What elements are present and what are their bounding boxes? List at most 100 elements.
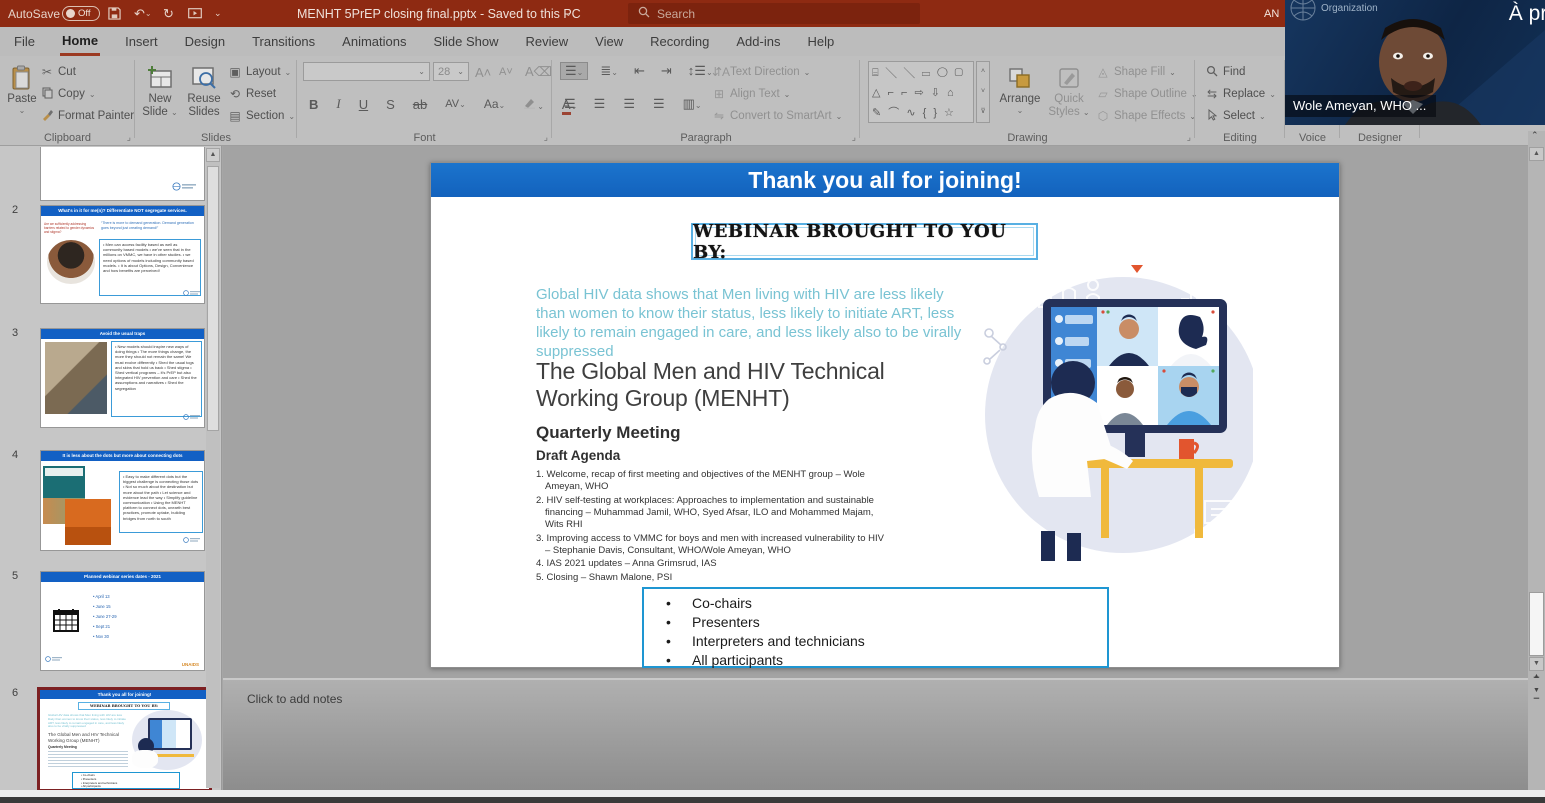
quick-styles-icon	[1058, 63, 1080, 93]
search-input[interactable]: Search	[628, 3, 920, 24]
shape-fill-button[interactable]: ◬Shape Fill⌄	[1096, 62, 1176, 82]
intro-paragraph[interactable]: Global HIV data shows that Men living wi…	[536, 285, 976, 361]
shape-effects-button[interactable]: ⬡Shape Effects⌄	[1096, 106, 1196, 126]
customize-qat-icon[interactable]: ⌄	[214, 0, 222, 27]
agenda-list[interactable]: 1. Welcome, recap of first meeting and o…	[536, 469, 891, 585]
tab-addins[interactable]: Add-ins	[734, 29, 782, 54]
text-direction-button[interactable]: ⇵AText Direction⌄	[712, 62, 810, 82]
tab-insert[interactable]: Insert	[123, 29, 160, 54]
new-slide-button[interactable]: New Slide ⌄	[138, 60, 182, 126]
bold-button[interactable]: B	[305, 97, 322, 112]
bullets-button[interactable]: ☰⌄	[560, 62, 588, 80]
tab-view[interactable]: View	[593, 29, 625, 54]
thanks-list-box[interactable]: •Co-chairs •Presenters •Interpreters and…	[642, 587, 1109, 668]
undo-icon[interactable]: ↶⌄	[134, 0, 152, 27]
thumbnail-slide-2[interactable]: What's in it for me(n)? Differentiate NO…	[40, 205, 205, 304]
tab-recording[interactable]: Recording	[648, 29, 711, 54]
drawing-dialog-launcher-icon[interactable]: ⌟	[1187, 132, 1191, 143]
align-right-button[interactable]: ☰	[619, 96, 639, 112]
quick-styles-button[interactable]: Quick Styles ⌄	[1046, 60, 1092, 126]
format-painter-button[interactable]: Format Painter	[40, 106, 134, 126]
webinar-credit-box[interactable]: WEBINAR BROUGHT TO YOU BY:	[691, 223, 1038, 260]
shapes-gallery[interactable]: ⌸ ╲ ╲ ▭ ◯ ▢ △ ⌐ ⌐ ⇨ ⇩ ⌂ ✎ ⌒ ∿ { } ☆	[868, 61, 974, 123]
select-button[interactable]: Select⌄	[1205, 106, 1266, 126]
tab-home[interactable]: Home	[60, 28, 100, 56]
copy-button[interactable]: Copy⌄	[40, 84, 96, 104]
agenda-label[interactable]: Draft Agenda	[536, 448, 620, 463]
tab-help[interactable]: Help	[805, 29, 836, 54]
tab-transitions[interactable]: Transitions	[250, 29, 317, 54]
scroll-down-icon[interactable]: ▼	[1529, 657, 1544, 671]
slide-subheading[interactable]: Quarterly Meeting	[536, 423, 681, 443]
cut-button[interactable]: ✂Cut	[40, 62, 76, 82]
slide-title-banner[interactable]: Thank you all for joining!	[431, 163, 1339, 197]
autosave-toggle[interactable]: Off	[62, 0, 100, 27]
font-size-select[interactable]: 28⌄	[433, 62, 469, 81]
tab-slideshow[interactable]: Slide Show	[431, 29, 500, 54]
tab-review[interactable]: Review	[524, 29, 571, 54]
tab-animations[interactable]: Animations	[340, 29, 408, 54]
save-icon[interactable]	[108, 0, 121, 27]
redo-icon[interactable]: ↻	[163, 0, 174, 27]
previous-slide-icon[interactable]: ▲▔	[1530, 674, 1543, 686]
strikethrough-button[interactable]: ab	[409, 97, 431, 112]
thumbnail-panel-scrollbar[interactable]: ▲	[206, 148, 220, 788]
notes-area[interactable]: Click to add notes	[223, 680, 1528, 790]
paste-button[interactable]: Paste ⌄	[0, 60, 44, 126]
thumbnail-slide-1[interactable]	[40, 147, 205, 201]
align-text-button[interactable]: ⊞Align Text⌄	[712, 84, 790, 104]
italic-button[interactable]: I	[332, 96, 344, 112]
shadow-button[interactable]: S	[382, 97, 399, 112]
convert-smartart-button[interactable]: ⇋Convert to SmartArt⌄	[712, 106, 842, 126]
thumb-scrollbar-thumb[interactable]	[207, 166, 219, 431]
font-name-select[interactable]: ⌄	[303, 62, 430, 81]
slide-canvas[interactable]: Thank you all for joining! WEBINAR BROUG…	[430, 162, 1340, 668]
collapse-ribbon-icon[interactable]: ⌃	[1531, 130, 1539, 141]
change-case-button[interactable]: Aa⌄	[480, 97, 509, 111]
slide-heading[interactable]: The Global Men and HIV Technical Working…	[536, 358, 911, 412]
justify-button[interactable]: ☰	[649, 96, 669, 112]
thanks-item: •Interpreters and technicians	[662, 632, 1107, 651]
user-initials-badge[interactable]: AN	[1264, 0, 1279, 27]
scrollbar-thumb[interactable]	[1529, 592, 1544, 656]
thumb3-photo	[45, 342, 107, 414]
scroll-up-icon[interactable]: ▲	[1529, 147, 1544, 161]
align-center-button[interactable]: ☰	[590, 96, 610, 112]
find-button[interactable]: Find	[1205, 62, 1245, 82]
text-direction-icon: ⇵A	[712, 65, 726, 79]
numbering-button[interactable]: ≣⌄	[596, 63, 622, 79]
tab-design[interactable]: Design	[183, 29, 227, 54]
thumb-scroll-up-icon[interactable]: ▲	[206, 148, 220, 162]
increase-indent-button[interactable]: ⇥	[657, 63, 676, 79]
underline-button[interactable]: U	[355, 97, 372, 112]
replace-button[interactable]: ⇆Replace⌄	[1205, 84, 1276, 104]
columns-button[interactable]: ▥⌄	[679, 96, 706, 112]
shapes-gallery-scroll[interactable]: ˄˅⊽	[976, 61, 990, 123]
thumbnail-slide-3[interactable]: Avoid the usual traps • New models shoul…	[40, 328, 205, 428]
decrease-indent-button[interactable]: ⇤	[630, 63, 649, 79]
thumbnail-slide-5[interactable]: Planned webinar series dates - 2021 • Ap…	[40, 571, 205, 671]
clear-formatting-button[interactable]: A⌫	[525, 62, 552, 82]
paragraph-dialog-launcher-icon[interactable]: ⌟	[852, 132, 856, 143]
increase-font-button[interactable]: A˄	[475, 62, 491, 82]
font-dialog-launcher-icon[interactable]: ⌟	[544, 132, 548, 143]
reset-button[interactable]: ⟲Reset	[228, 84, 276, 104]
section-button[interactable]: ▤Section⌄	[228, 106, 295, 126]
thumbnail-slide-6-selected[interactable]: Thank you all for joining! WEBINAR BROUG…	[37, 687, 212, 792]
start-slideshow-icon[interactable]	[188, 0, 202, 27]
decrease-font-button[interactable]: A˅	[499, 62, 513, 82]
arrange-button[interactable]: Arrange ⌄	[995, 60, 1045, 126]
reuse-slides-button[interactable]: Reuse Slides	[182, 60, 226, 126]
highlight-color-button[interactable]: ⌄	[519, 97, 548, 112]
next-slide-icon[interactable]: ▼▁	[1530, 688, 1543, 700]
video-call-overlay[interactable]: Organization À pre Wole Ameyan, WHO ...	[1285, 0, 1545, 125]
tab-file[interactable]: File	[12, 29, 37, 54]
shape-outline-button[interactable]: ▱Shape Outline⌄	[1096, 84, 1198, 104]
thumbnail-slide-4[interactable]: It is less about the dots but more about…	[40, 450, 205, 551]
character-spacing-button[interactable]: AV⌄	[441, 98, 470, 110]
clipboard-dialog-launcher-icon[interactable]: ⌟	[127, 132, 131, 143]
layout-button[interactable]: ▣Layout⌄	[228, 62, 291, 82]
align-left-button[interactable]: ☰	[560, 96, 580, 112]
doc-title-dropdown-icon[interactable]: ⌄	[565, 0, 572, 27]
vertical-scrollbar[interactable]: ⌃ ▲ ▼ ▲▔ ▼▁	[1528, 131, 1545, 790]
